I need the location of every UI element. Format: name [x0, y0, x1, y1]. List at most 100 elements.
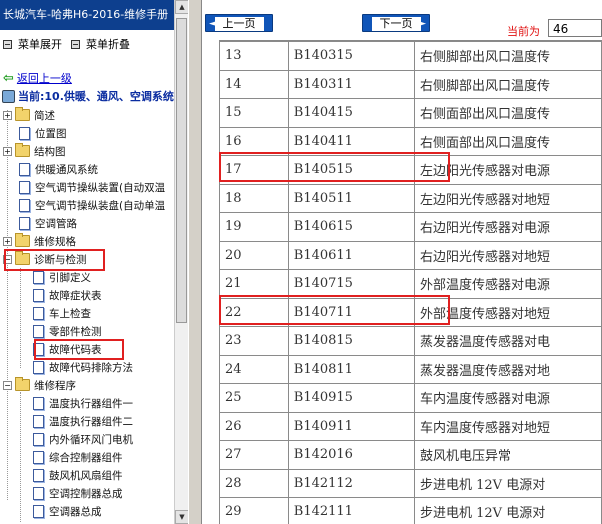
document-icon — [33, 270, 44, 284]
tree-item-blower-fan[interactable]: 鼓风机风扇组件 — [33, 466, 123, 484]
dtc-description-cell: 车内温度传感器对电源 — [414, 383, 602, 413]
document-icon — [33, 468, 44, 482]
document-icon — [19, 198, 30, 212]
dtc-code-cell: B140911 — [287, 411, 416, 441]
tree-item-label: 供暖通风系统 — [35, 163, 98, 176]
tree-item-label: 引脚定义 — [49, 271, 91, 284]
folder-icon — [15, 233, 30, 247]
table-row: 23 B140815 蒸发器温度传感器对电 — [219, 326, 602, 356]
tree-item-symptoms[interactable]: 故障症状表 — [33, 286, 102, 304]
table-row: 21 B140715 外部温度传感器对电源 — [219, 269, 602, 299]
current-section-label: 当前:10.供暖、通风、空调系统 — [18, 90, 174, 103]
tree-item-specs[interactable]: + 维修规格 — [3, 232, 76, 250]
scroll-up-arrow-icon[interactable]: ▲ — [175, 0, 188, 14]
tree-item-temp-actuator-2[interactable]: 温度执行器组件二 — [33, 412, 133, 430]
right-arrow-icon: ► — [419, 19, 426, 29]
tree-item-ventilation[interactable]: 供暖通风系统 — [19, 160, 98, 178]
dtc-code-cell: B140815 — [287, 326, 416, 356]
table-row: 29 B142111 步进电机 12V 电源对 — [219, 497, 602, 524]
document-icon — [33, 504, 44, 518]
document-icon — [33, 450, 44, 464]
tree-item-ac-assembly[interactable]: 空调器总成 — [33, 502, 102, 520]
document-icon — [19, 216, 30, 230]
pane-splitter[interactable] — [188, 0, 202, 524]
tree-item-structure[interactable]: + 结构图 — [3, 142, 66, 160]
document-icon — [33, 414, 44, 428]
document-icon — [33, 360, 44, 374]
dtc-description-cell: 车内温度传感器对地短 — [414, 411, 602, 441]
table-row: 18 B140511 左边阳光传感器对地短 — [219, 183, 602, 213]
document-icon — [19, 126, 30, 140]
row-number-cell: 28 — [219, 468, 289, 498]
menu-collapse-button[interactable]: 菜单折叠 — [71, 36, 130, 52]
prev-page-button[interactable]: ◄ 上一页 — [205, 14, 273, 32]
current-section: 当前:10.供暖、通风、空调系统 — [2, 88, 174, 104]
tree-item-repair[interactable]: − 维修程序 — [3, 376, 76, 394]
tree-item-onboard-check[interactable]: 车上检查 — [33, 304, 91, 322]
expand-icon — [3, 39, 12, 49]
next-page-button[interactable]: 下一页 ► — [362, 14, 430, 32]
tree-item-label: 温度执行器组件一 — [49, 397, 133, 410]
table-row: 15 B140415 右侧面部出风口温度传 — [219, 98, 602, 128]
folder-icon — [15, 143, 30, 157]
computer-icon — [2, 89, 15, 103]
row-number-cell: 23 — [219, 326, 289, 356]
scrollbar-thumb[interactable] — [176, 18, 187, 323]
tree-item-location[interactable]: 位置图 — [19, 124, 67, 142]
current-page-input[interactable]: 46 — [548, 19, 602, 37]
tree-item-ac-dual[interactable]: 空气调节操纵装置(自动双温 — [19, 178, 165, 196]
dtc-code-cell: B142111 — [287, 497, 416, 524]
table-row: 26 B140911 车内温度传感器对地短 — [219, 411, 602, 441]
document-icon — [33, 432, 44, 446]
tree-guide-line — [20, 392, 21, 522]
tree-item-label: 维修程序 — [34, 379, 76, 392]
tree-item-label: 鼓风机风扇组件 — [49, 469, 123, 482]
dtc-description-cell: 右边阳光传感器对地短 — [414, 240, 602, 270]
tree-item-label: 简述 — [34, 109, 55, 122]
back-link[interactable]: ⇦ 返回上一级 — [3, 70, 72, 86]
row-number-cell: 19 — [219, 212, 289, 242]
tree-item-overview[interactable]: + 简述 — [3, 106, 55, 124]
dtc-description-cell: 鼓风机电压异常 — [414, 440, 602, 470]
dtc-description-cell: 蒸发器温度传感器对地 — [414, 354, 602, 384]
highlight-box-row-22 — [219, 295, 450, 325]
tree-item-label: 零部件检测 — [49, 325, 102, 338]
folder-icon — [15, 107, 30, 121]
right-pane: ◄ 上一页 下一页 ► 当前为 46 13 B140315 右侧脚部出风口温度传 14… — [202, 0, 602, 524]
dtc-description-cell: 右侧面部出风口温度传 — [414, 98, 602, 128]
tree-item-integrated-controller[interactable]: 综合控制器组件 — [33, 448, 123, 466]
tree-item-label: 故障症状表 — [49, 289, 102, 302]
expand-plus-icon[interactable]: + — [3, 236, 12, 246]
table-row: 14 B140311 右侧脚部出风口温度传 — [219, 69, 602, 99]
left-arrow-icon: ◄ — [209, 19, 216, 29]
table-row: 19 B140615 右边阳光传感器对电源 — [219, 212, 602, 242]
tree-item-ac-controller[interactable]: 空调控制器总成 — [33, 484, 123, 502]
tree-item-ac-pipes[interactable]: 空调管路 — [19, 214, 77, 232]
row-number-cell: 13 — [219, 41, 289, 71]
row-number-cell: 18 — [219, 183, 289, 213]
dtc-code-cell: B140715 — [287, 269, 416, 299]
tree-item-label: 结构图 — [34, 145, 66, 158]
left-scrollbar[interactable]: ▲ ▼ — [174, 0, 188, 524]
expand-plus-icon[interactable]: + — [3, 110, 12, 120]
tree-guide-line — [7, 110, 8, 500]
left-pane: 长城汽车-哈弗H6-2016-维修手册 菜单展开 菜单折叠 ⇦ 返回上一级 当前… — [0, 0, 188, 524]
tree-item-ac-single[interactable]: 空气调节操纵装盘(自动单温 — [19, 196, 165, 214]
dtc-code-cell: B140315 — [287, 41, 416, 71]
table-row: 25 B140915 车内温度传感器对电源 — [219, 383, 602, 413]
tree-guide-line — [20, 268, 21, 368]
highlight-box-diagnosis — [4, 249, 105, 271]
dtc-description-cell: 右边阳光传感器对电源 — [414, 212, 602, 242]
tree-item-component-test[interactable]: 零部件检测 — [33, 322, 102, 340]
tree-item-temp-actuator-1[interactable]: 温度执行器组件一 — [33, 394, 133, 412]
tree-item-dtc-troubleshoot[interactable]: 故障代码排除方法 — [33, 358, 133, 376]
dtc-description-cell: 左边阳光传感器对地短 — [414, 183, 602, 213]
row-number-cell: 21 — [219, 269, 289, 299]
collapse-minus-icon[interactable]: − — [3, 380, 12, 390]
tree-item-label: 温度执行器组件二 — [49, 415, 133, 428]
expand-plus-icon[interactable]: + — [3, 146, 12, 156]
tree-item-recirc-motor[interactable]: 内外循环风门电机 — [33, 430, 133, 448]
scroll-down-arrow-icon[interactable]: ▼ — [175, 510, 188, 524]
menu-expand-button[interactable]: 菜单展开 — [3, 36, 62, 52]
tree-item-label: 空气调节操纵装盘(自动单温 — [35, 199, 166, 212]
